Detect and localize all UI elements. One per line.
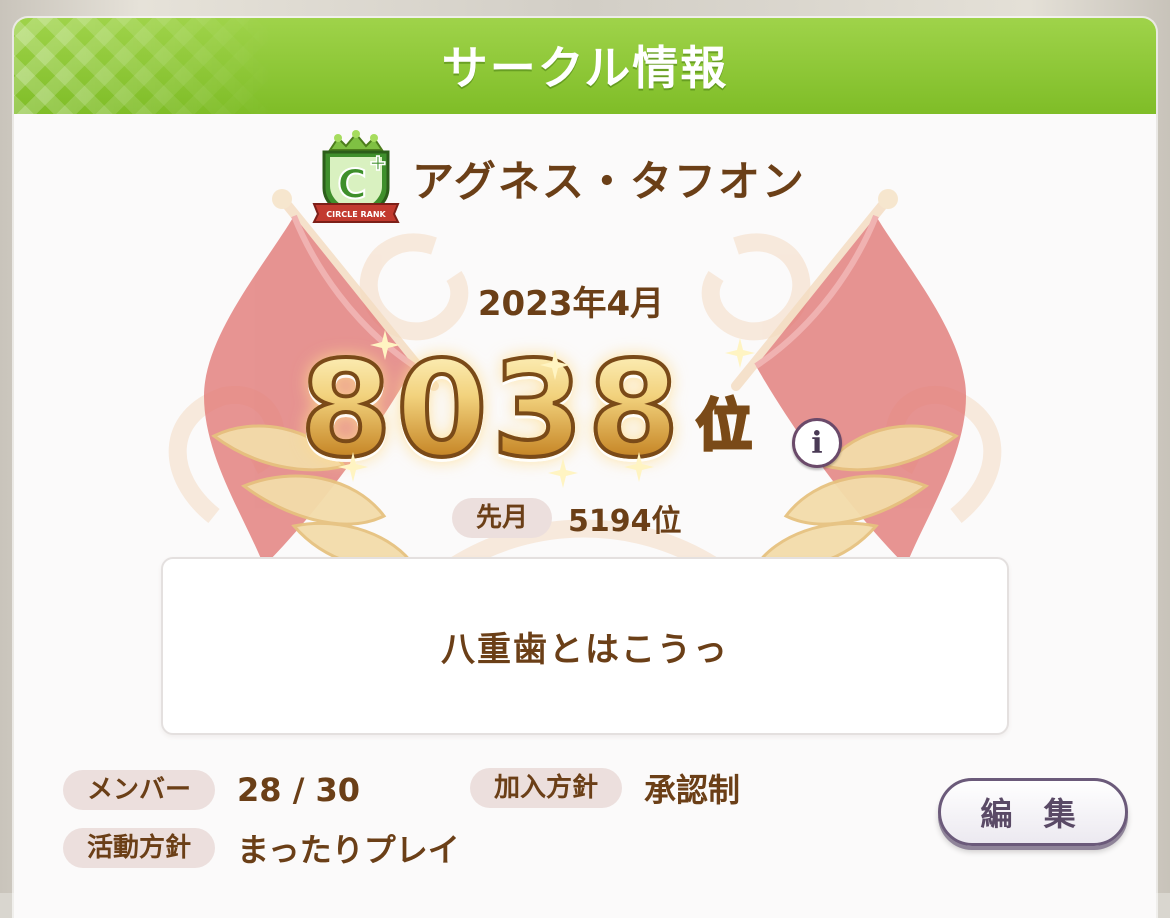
rank-letter: C [337,162,366,208]
sparkle-icon [725,338,755,368]
previous-month-rank: 5194位 [568,504,682,539]
members-value: 28 / 30 [237,771,361,809]
activity-policy-row: 活動方針 まったりプレイ [63,828,460,869]
sparkle-icon [540,350,570,380]
previous-month-label: 先月 [452,498,553,538]
info-icon: i [811,425,823,461]
circle-name-row: C + CIRCLE RANK アグネス・タフオン [308,130,806,223]
join-policy-label: 加入方針 [470,768,623,808]
activity-policy-value: まったりプレイ [237,831,460,869]
circle-message: 八重歯とはこうっ [441,629,729,670]
sparkle-icon [548,458,578,488]
svg-text:+: + [369,151,387,176]
members-row: メンバー 28 / 30 [63,770,360,810]
previous-month-row: 先月 5194位 [452,498,682,539]
edit-button[interactable]: 編 集 [938,778,1128,846]
activity-policy-label: 活動方針 [63,828,216,868]
sparkle-icon [370,330,400,360]
circle-rank-badge-icon: C + CIRCLE RANK [312,130,400,223]
ranking-month: 2023年4月 [477,284,665,324]
sparkle-icon [338,452,368,482]
sparkle-icon [624,452,654,482]
ranking-display: 8038 位 [298,338,860,482]
circle-name: アグネス・タフオン [412,156,806,206]
join-policy-row: 加入方針 承認制 [470,768,741,809]
members-label: メンバー [63,770,216,810]
rank-badge-label: CIRCLE RANK [326,210,386,219]
circle-message-box: 八重歯とはこうっ [161,557,1009,735]
rank-suffix: 位 [695,392,754,462]
join-policy-value: 承認制 [644,771,741,809]
ranking-info-button[interactable]: i [792,418,842,468]
